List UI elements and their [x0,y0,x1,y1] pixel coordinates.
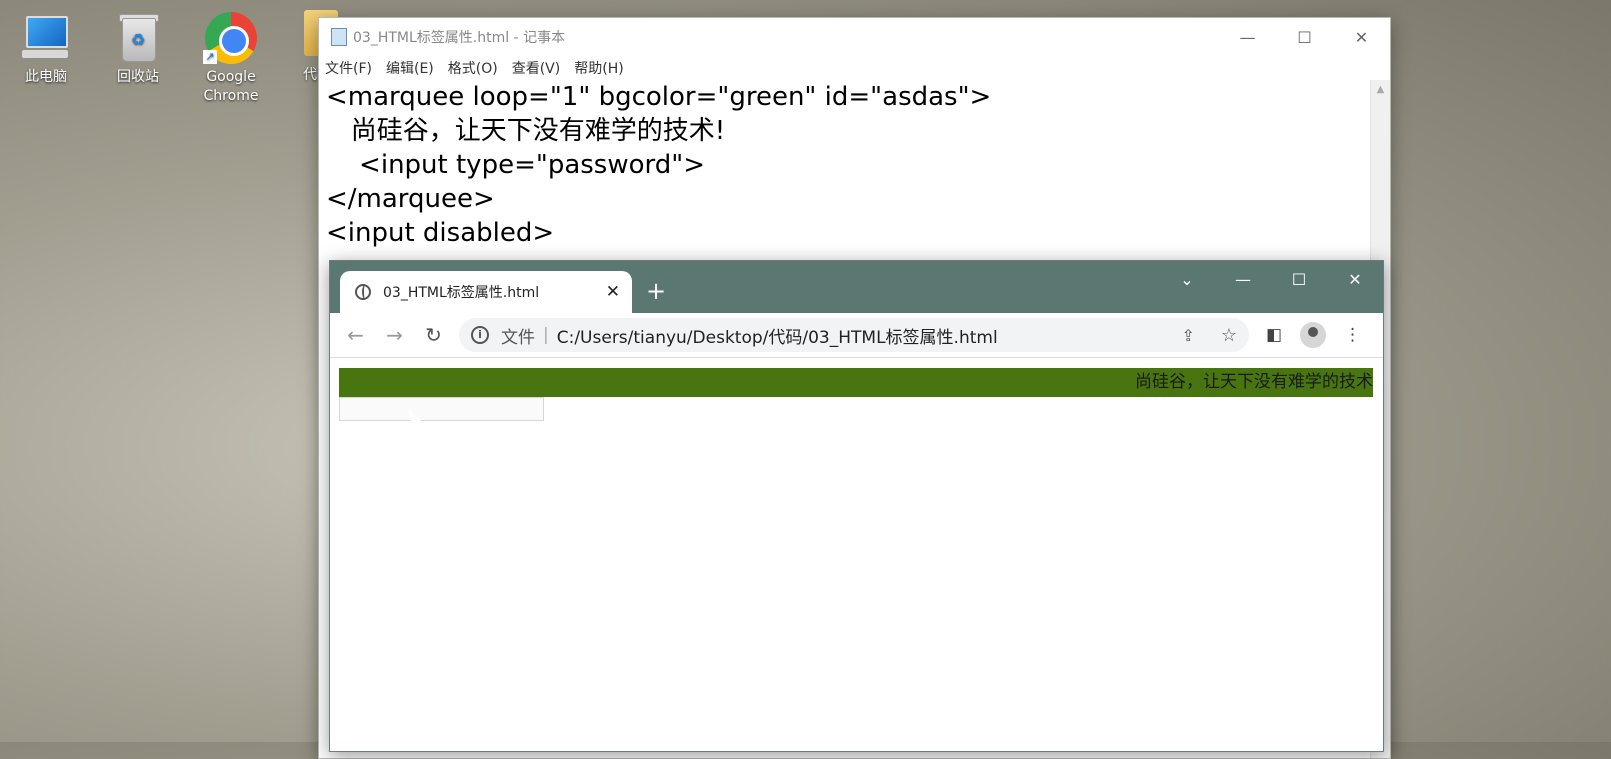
desktop-icon-label: 回收站 [117,69,159,85]
tab-search-icon[interactable]: ⌄ [1159,270,1215,289]
maximize-button[interactable]: ☐ [1271,270,1327,289]
notepad-icon [331,28,347,46]
marquee: 尚硅谷，让天下没有难学的技术 [339,368,1373,397]
desktop-icon-chrome[interactable]: ↗ Google Chrome [193,6,269,106]
desktop-icon-label: 此电脑 [25,69,67,85]
browser-toolbar: ← → ↻ i 文件 | C:/Users/tianyu/Desktop/代码/… [330,313,1383,358]
menu-format[interactable]: 格式(O) [448,58,498,78]
menu-view[interactable]: 查看(V) [512,58,561,78]
globe-icon [355,284,371,300]
bookmark-star-icon[interactable]: ☆ [1221,325,1237,346]
disabled-input [339,397,544,421]
minimize-button[interactable]: — [1215,270,1271,289]
menu-file[interactable]: 文件(F) [325,58,372,78]
address-scheme: 文件 [501,327,535,348]
address-url: C:/Users/tianyu/Desktop/代码/03_HTML标签属性.h… [556,327,998,348]
address-bar[interactable]: i 文件 | C:/Users/tianyu/Desktop/代码/03_HTM… [459,318,1249,352]
code-line: 尚硅谷，让天下没有难学的技术! [326,116,726,146]
side-panel-icon[interactable]: ◧ [1266,325,1282,345]
close-button[interactable]: ✕ [1327,270,1383,289]
code-line: <marquee loop="1" bgcolor="green" id="as… [326,82,992,112]
code-line: </marquee> [326,184,495,214]
chrome-icon: ↗ [203,10,259,66]
tab-close-icon[interactable]: ✕ [606,282,620,302]
close-button[interactable]: ✕ [1333,28,1390,47]
browser-window: 03_HTML标签属性.html ✕ + ⌄ — ☐ ✕ ← → ↻ i 文件 … [329,260,1384,752]
menu-help[interactable]: 帮助(H) [574,58,623,78]
profile-avatar[interactable] [1300,322,1327,348]
maximize-button[interactable]: ☐ [1276,28,1333,47]
more-menu-icon[interactable]: ⋮ [1344,325,1361,345]
marquee-text: 尚硅谷，让天下没有难学的技术 [1135,372,1373,392]
recycle-bin-icon: ♻ [110,10,166,66]
minimize-button[interactable]: — [1219,28,1276,47]
desktop-icon-this-pc[interactable]: 此电脑 [8,6,84,87]
notepad-title: 03_HTML标签属性.html - 记事本 [353,30,566,46]
code-line: <input type="password"> [326,150,705,180]
new-tab-button[interactable]: + [646,277,666,305]
reload-icon[interactable]: ↻ [414,323,453,347]
scroll-up-icon[interactable]: ▲ [1371,84,1390,95]
notepad-titlebar[interactable]: 03_HTML标签属性.html - 记事本 — ☐ ✕ [319,18,1390,56]
computer-icon [18,10,74,66]
notepad-menubar: 文件(F) 编辑(E) 格式(O) 查看(V) 帮助(H) [319,56,1390,80]
info-icon[interactable]: i [471,326,489,344]
address-separator: | [543,325,549,345]
tab-title: 03_HTML标签属性.html [383,285,540,301]
menu-edit[interactable]: 编辑(E) [386,58,434,78]
back-icon[interactable]: ← [336,323,375,347]
share-icon[interactable]: ⇪ [1181,326,1194,345]
code-line: <input disabled> [326,218,555,248]
browser-tabbar[interactable]: 03_HTML标签属性.html ✕ + ⌄ — ☐ ✕ [330,261,1383,313]
desktop-icon-label: Google Chrome [203,69,259,104]
forward-icon[interactable]: → [375,323,414,347]
desktop-icon-recycle-bin[interactable]: ♻ 回收站 [100,6,176,87]
browser-tab[interactable]: 03_HTML标签属性.html ✕ [340,271,632,313]
